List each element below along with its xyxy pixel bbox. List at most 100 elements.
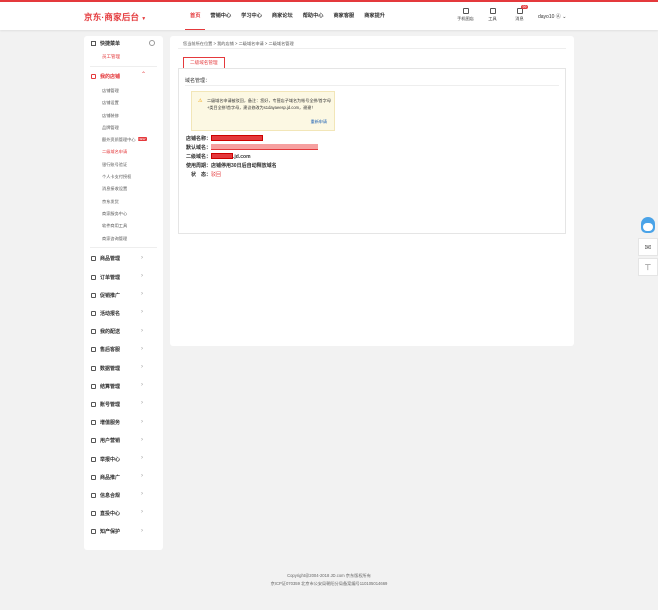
sidebar-group[interactable]: 增值服务 › (84, 414, 163, 432)
menu-icon (91, 401, 96, 407)
sidebar-group[interactable]: 用户营销 › (84, 432, 163, 450)
sidebar-group[interactable]: 促销推广 › (84, 286, 163, 304)
sidebar-group[interactable]: 活动报名 › (84, 304, 163, 322)
sidebar-group-label: 直投中心 (100, 511, 121, 518)
chevron-right-icon: › (141, 473, 143, 480)
sidebar-subitem[interactable]: 商家服务中心 (84, 208, 163, 220)
chevron-right-icon: › (141, 527, 143, 534)
nav-learning[interactable]: 学习中心 (236, 2, 267, 30)
tools-button[interactable]: 工具 (479, 8, 506, 22)
mobile-store-button[interactable]: 手机图店 (452, 8, 479, 22)
username: dayo10 (538, 14, 555, 20)
user-icon: Ⓐ (555, 14, 561, 20)
sidebar-group[interactable]: 商品推广 › (84, 468, 163, 486)
menu-icon (91, 329, 96, 335)
menu-icon (91, 365, 96, 371)
nav-service[interactable]: 商家客服 (328, 2, 359, 30)
field-label: 店铺名称： (186, 136, 212, 142)
sidebar-subitem[interactable]: 京东发货 (84, 196, 163, 208)
menu-icon (91, 256, 96, 262)
chevron-right-icon: › (141, 491, 143, 498)
chevron-up-icon: ⌃ (141, 72, 147, 78)
sidebar-subitem[interactable]: 店铺装修 (84, 110, 163, 122)
sidebar-subitem[interactable]: 二级域名申请 (84, 146, 163, 158)
sidebar-subitem[interactable]: 店铺设置 (84, 97, 163, 109)
chevron-right-icon: › (141, 400, 143, 407)
status-row: 状 态：驳回 (191, 171, 221, 178)
chevron-right-icon: › (141, 436, 143, 443)
user-menu[interactable]: dayo10 Ⓐ ⌄ (538, 13, 566, 20)
usage-rule-value: 店铺停用30日后自动释放域名 (211, 163, 277, 169)
sidebar-group[interactable]: 我的配送 › (84, 323, 163, 341)
gear-icon[interactable] (149, 40, 155, 46)
sidebar-subitem-label: 品牌管理 (102, 124, 119, 130)
sidebar-subitem-label: 店铺设置 (102, 100, 119, 106)
sidebar-subitem-label: 二级域名申请 (102, 149, 128, 155)
sidebar-quick-menu[interactable]: 快捷菜单 (84, 36, 163, 50)
sidebar-subitem[interactable]: 软件商用工具 (84, 220, 163, 232)
divider (90, 246, 157, 248)
back-to-top-icon[interactable]: ⊤ (638, 258, 658, 276)
sidebar-subitem[interactable]: 个人卡支付授权 (84, 171, 163, 183)
sidebar-subitem-label: 银行账号验证 (102, 161, 128, 167)
menu-icon (91, 347, 96, 353)
toolbox-icon (489, 8, 496, 14)
nav-upgrade[interactable]: 商家提升 (359, 2, 390, 30)
sidebar-group[interactable]: 直投中心 › (84, 504, 163, 522)
default-domain-link[interactable] (211, 144, 319, 150)
sidebar-subitem-label: 店铺管理 (102, 88, 119, 93)
sidebar-subitem-label: 店铺装修 (102, 112, 119, 118)
reapply-link[interactable]: 重新申请 (311, 119, 327, 125)
message-count-badge: 99 (521, 5, 528, 9)
tool-label: 手机图店 (457, 16, 474, 21)
sidebar-group[interactable]: 订单管理 › (84, 268, 163, 286)
sidebar-subitem[interactable]: 商家咨询管理 (84, 233, 163, 245)
field-label: 使用周期： (186, 163, 212, 169)
menu-icon (91, 474, 96, 480)
sidebar-item-my-store[interactable]: 我的店铺 ⌃ (84, 69, 163, 83)
menu-icon (91, 383, 96, 389)
redacted-value (211, 135, 264, 141)
nav-marketing[interactable]: 营销中心 (205, 2, 236, 30)
nav-home[interactable]: 首页 (185, 2, 206, 30)
sidebar-group-label: 增值服务 (100, 420, 121, 427)
sidebar-subitem-label: 消息接收设置 (102, 186, 128, 192)
mail-icon[interactable]: ✉ (638, 238, 658, 256)
sidebar-group[interactable]: 商品管理 › (84, 250, 163, 268)
store-submenu: 店铺管理店铺设置店铺装修品牌管理额外资质管理中心 NEW 二级域名申请 银行账号验证个… (84, 83, 163, 245)
sidebar-group[interactable]: 账号管理 › (84, 395, 163, 413)
sidebar-group[interactable]: 举报中心 › (84, 450, 163, 468)
sidebar-group[interactable]: 信息合规 › (84, 486, 163, 504)
sidebar-subitem[interactable]: 品牌管理 (84, 122, 163, 134)
sidebar-item-staff[interactable]: 员工管理 (84, 50, 163, 64)
sidebar-subitem[interactable]: 消息接收设置 (84, 183, 163, 195)
sidebar-group-label: 用户营销 (100, 438, 121, 445)
mascot-icon[interactable] (639, 216, 657, 236)
warning-icon: ⚠ (198, 98, 203, 104)
menu-icon (91, 274, 96, 280)
top-nav: 首页 营销中心 学习中心 商家论坛 帮助中心 商家客服 商家提升 (185, 2, 390, 30)
tool-label: 消息 (515, 16, 524, 21)
redacted-value (211, 153, 234, 159)
menu-icon (91, 292, 96, 298)
nav-help[interactable]: 帮助中心 (298, 2, 329, 30)
sidebar-subitem-label: 额外资质管理中心 (102, 137, 136, 143)
chevron-down-icon[interactable]: ▼ (141, 16, 146, 22)
footer-icp: 京ICP证070359 北京市公安局朝阳分局备案编号110105014669 (270, 581, 388, 586)
footer-copyright: Copyright@2004-2018 JD.com 京东版权所有 (287, 573, 371, 578)
sidebar-group[interactable]: 知产保护 › (84, 523, 163, 541)
logo[interactable]: 京东·商家后台 ▼ (84, 11, 146, 23)
sidebar-group[interactable]: 售后客服 › (84, 341, 163, 359)
section-title: 域名管理： (185, 78, 211, 84)
sidebar-subitem[interactable]: 店铺管理 (84, 85, 163, 97)
sidebar-subitem[interactable]: 银行账号验证 (84, 159, 163, 171)
sidebar-subitem-label: 个人卡支付授权 (102, 174, 132, 180)
sidebar-group[interactable]: 结算管理 › (84, 377, 163, 395)
rejection-notice: ⚠ 二级域名申请被驳回，备注：您好，专营店子域名为帐号全拼/首字母+类目全拼/首… (191, 91, 335, 131)
sidebar-group-label: 商品推广 (100, 474, 121, 481)
messages-button[interactable]: 99 消息 (506, 5, 533, 22)
sidebar-subitem[interactable]: 额外资质管理中心 NEW (84, 134, 163, 146)
tool-label: 工具 (488, 16, 497, 21)
nav-forum[interactable]: 商家论坛 (267, 2, 298, 30)
sidebar-group[interactable]: 数据管理 › (84, 359, 163, 377)
